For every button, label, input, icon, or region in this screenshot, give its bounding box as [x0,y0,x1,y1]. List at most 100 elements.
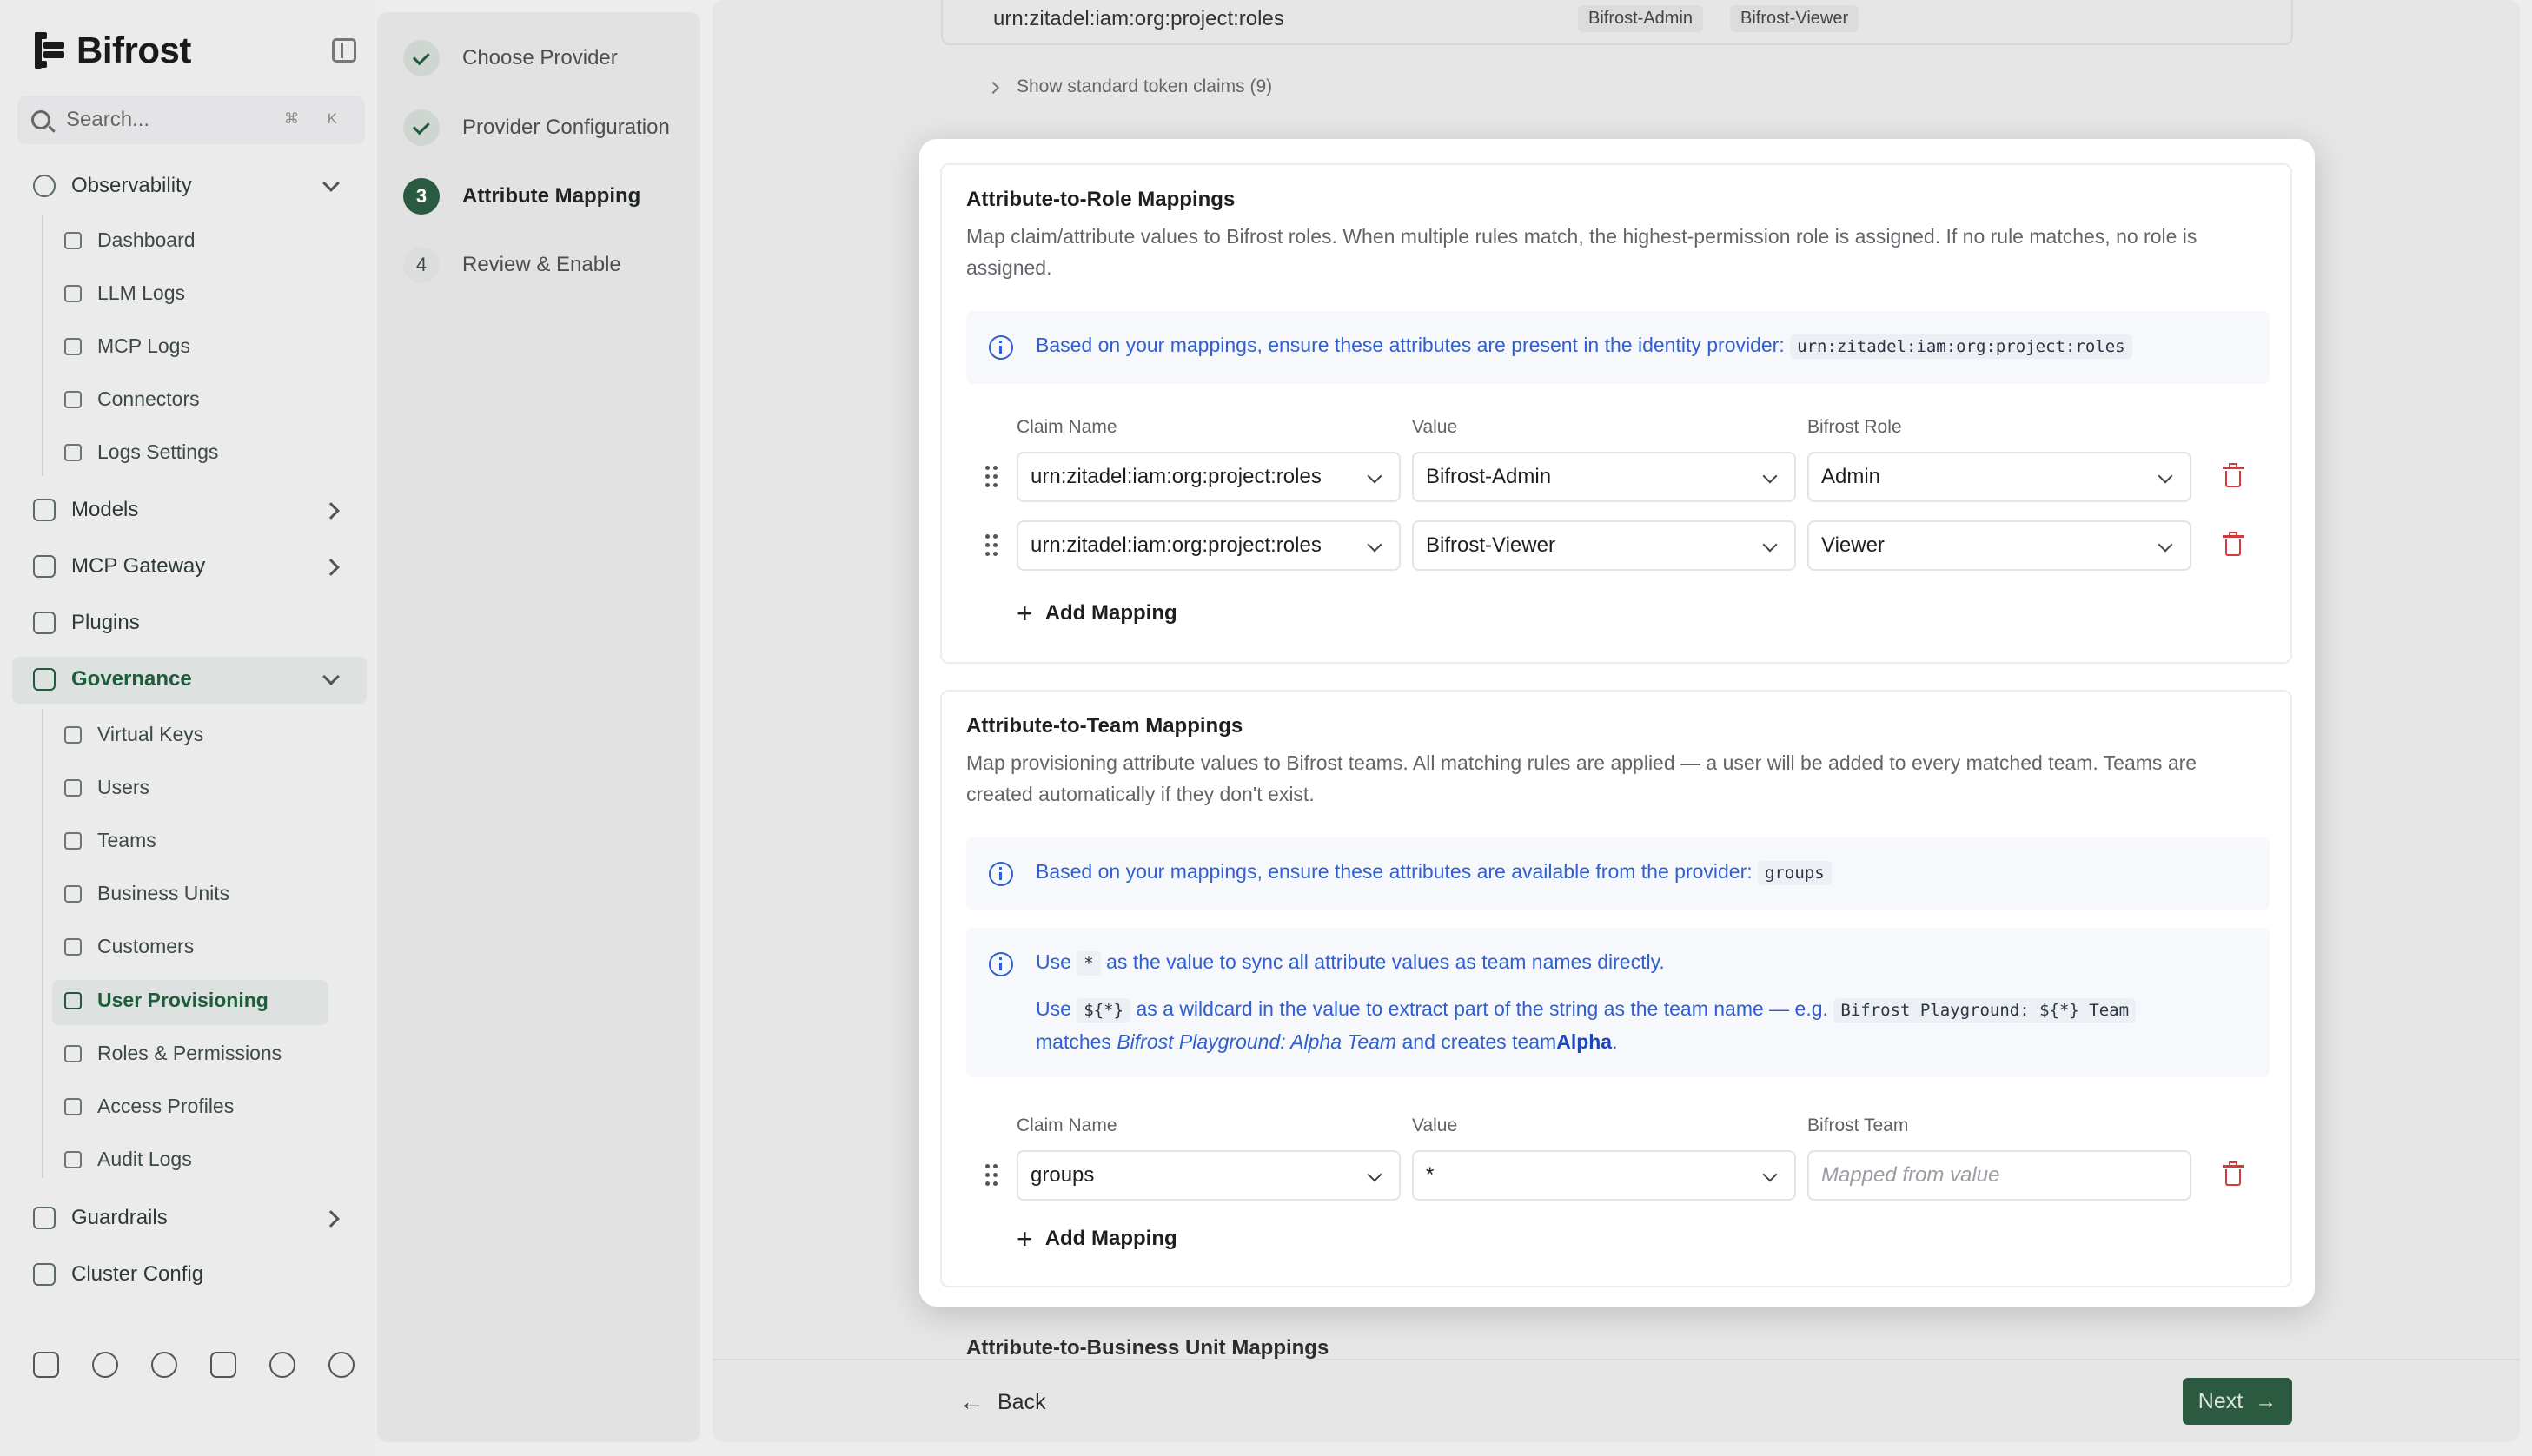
role-select[interactable]: Viewer [1807,520,2191,571]
chevron-down-icon[interactable] [322,175,340,192]
sidebar-item-teams[interactable]: Teams [64,829,156,852]
brand-logo[interactable]: Bifrost [35,30,191,71]
value-select[interactable]: Bifrost-Viewer [1412,520,1796,571]
user-icon[interactable] [328,1352,355,1378]
shield-icon [64,1097,82,1115]
user-icon [64,1044,82,1062]
claim-name-select[interactable]: urn:zitadel:iam:org:project:roles [1017,452,1401,502]
arrow-right-icon: → [2255,1388,2277,1413]
sidebar-item-guardrails[interactable]: Guardrails [33,1206,168,1230]
drag-handle-icon[interactable] [985,534,999,557]
sidebar-item-mcp-logs[interactable]: MCP Logs [64,334,190,358]
info-icon [989,335,1013,360]
github-icon[interactable] [92,1352,118,1378]
cube-icon [33,499,56,521]
discord-icon[interactable] [33,1352,59,1378]
claim-name-select[interactable]: urn:zitadel:iam:org:project:roles [1017,520,1401,571]
sidebar-item-llm-logs[interactable]: LLM Logs [64,281,185,305]
sidebar-item-audit-logs[interactable]: Audit Logs [64,1148,192,1171]
info-banner: Based on your mappings, ensure these att… [966,311,2270,384]
show-standard-claims-toggle[interactable]: Show standard token claims (9) [1017,76,1272,97]
info-banner: Based on your mappings, ensure these att… [966,837,2270,910]
value-select[interactable]: Bifrost-Admin [1412,452,1796,502]
sidebar-item-dashboard[interactable]: Dashboard [64,228,196,252]
search-icon [31,110,50,129]
sidebar-item-virtual-keys[interactable]: Virtual Keys [64,723,203,746]
key-icon [64,725,82,744]
landmark-icon [33,668,56,691]
bifrost-team-input[interactable]: Mapped from value [1807,1150,2191,1201]
sidebar-item-users[interactable]: Users [64,776,149,799]
role-mappings-section: Attribute-to-Role Mappings Map claim/att… [940,163,2292,664]
drag-handle-icon[interactable] [985,466,999,488]
sidebar-item-observability[interactable]: Observability [33,174,192,198]
step-review-enable[interactable]: 4 Review & Enable [403,247,621,283]
trash-icon[interactable] [2223,532,2244,556]
section-title: Attribute-to-Role Mappings [966,188,1236,211]
mapping-modal: Attribute-to-Role Mappings Map claim/att… [919,139,2315,1307]
users-icon [64,778,82,797]
add-team-mapping-button[interactable]: + Add Mapping [1017,1225,1177,1253]
guardrail-icon [33,1207,56,1229]
column-header: Value [1412,1115,1458,1135]
trash-icon[interactable] [2223,463,2244,487]
sidebar-item-label: Observability [71,174,192,197]
info-icon [989,952,1013,976]
chevron-down-icon [1367,1167,1382,1182]
sidebar-item-mcp-gateway[interactable]: MCP Gateway [33,554,205,579]
trash-icon[interactable] [2223,1161,2244,1186]
step-attribute-mapping[interactable]: 3 Attribute Mapping [403,178,640,215]
sidebar-collapse-icon[interactable] [332,38,356,63]
chevron-down-icon [1367,537,1382,553]
sidebar-item-customers[interactable]: Customers [64,935,194,958]
wizard-stepper: Choose Provider Provider Configuration 3… [377,12,700,1442]
team-mappings-section: Attribute-to-Team Mappings Map provision… [940,690,2292,1287]
step-choose-provider[interactable]: Choose Provider [403,40,618,76]
sidebar-item-business-units[interactable]: Business Units [64,882,229,905]
back-button[interactable]: ← Back [959,1388,1046,1416]
column-header: Bifrost Team [1807,1115,1909,1135]
sidebar-item-user-provisioning[interactable]: User Provisioning [64,989,268,1012]
business-unit-mappings-title: Attribute-to-Business Unit Mappings [966,1336,1329,1360]
sidebar-item-models[interactable]: Models [33,498,138,522]
drag-handle-icon[interactable] [985,1164,999,1187]
mcp-icon [33,555,56,578]
sidebar-item-connectors[interactable]: Connectors [64,387,200,411]
building-icon [64,831,82,850]
claim-value-chip: Bifrost-Admin [1578,5,1704,32]
search-input[interactable]: Search... ⌘ K [17,96,365,144]
column-header: Claim Name [1017,417,1117,437]
claim-name: urn:zitadel:iam:org:project:roles [993,7,1284,30]
role-select[interactable]: Admin [1807,452,2191,502]
chevron-right-icon[interactable] [322,502,340,520]
chevron-right-icon[interactable] [322,559,340,576]
arrow-left-icon: ← [959,1388,984,1415]
footer-divider [713,1359,2520,1360]
sun-icon[interactable] [269,1352,295,1378]
sidebar-item-access-profiles[interactable]: Access Profiles [64,1095,234,1118]
search-shortcut: ⌘ K [283,110,349,127]
section-title: Attribute-to-Team Mappings [966,714,1243,738]
check-icon [403,109,440,146]
bug-icon[interactable] [151,1352,177,1378]
books-icon[interactable] [210,1352,236,1378]
sidebar-item-roles-permissions[interactable]: Roles & Permissions [64,1042,282,1065]
sidebar: Bifrost Search... ⌘ K Observability Dash… [0,0,375,1456]
sidebar-item-logs-settings[interactable]: Logs Settings [64,440,218,464]
bar-chart-icon [64,231,82,249]
check-icon [403,40,440,76]
sidebar-item-governance[interactable]: Governance [33,667,192,692]
next-button[interactable]: Next → [2183,1378,2292,1425]
sidebar-item-plugins[interactable]: Plugins [33,611,140,635]
sidebar-item-cluster-config[interactable]: Cluster Config [33,1262,203,1287]
value-select[interactable]: * [1412,1150,1796,1201]
list-icon [64,284,82,302]
claim-name-select[interactable]: groups [1017,1150,1401,1201]
chevron-right-icon[interactable] [322,1210,340,1228]
step-provider-configuration[interactable]: Provider Configuration [403,109,670,146]
plus-icon: + [1017,598,1033,629]
add-role-mapping-button[interactable]: + Add Mapping [1017,599,1177,627]
briefcase-icon [64,884,82,903]
code-icon [64,390,82,408]
section-description: Map claim/attribute values to Bifrost ro… [966,225,2197,279]
